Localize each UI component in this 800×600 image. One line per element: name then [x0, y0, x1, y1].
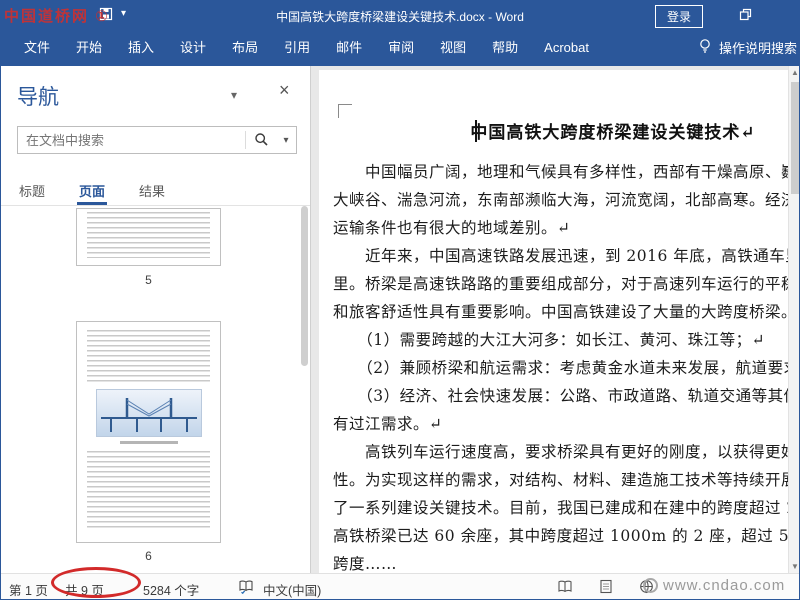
search-icon[interactable]	[246, 129, 276, 152]
web-layout-icon[interactable]	[639, 579, 654, 597]
navigation-close-icon[interactable]: ×	[279, 81, 290, 99]
ribbon-tab[interactable]: 帮助	[479, 29, 531, 66]
ribbon-tab[interactable]: 引用	[271, 29, 323, 66]
ribbon-tab[interactable]: 布局	[219, 29, 271, 66]
search-options-caret-icon[interactable]: ▾	[276, 135, 296, 146]
document-area: 中国高铁大跨度桥梁建设关键技术↵ 中国幅员广阔，地理和气候具有多样性，西部有干燥…	[311, 66, 788, 573]
navigation-tab[interactable]: 标题	[17, 174, 47, 205]
navigation-tab[interactable]: 结果	[137, 174, 167, 205]
lightbulb-icon	[697, 38, 713, 57]
thumbnail-text-lines	[87, 330, 210, 382]
bridge-figure-thumbnail	[95, 389, 202, 437]
document-line: 了一系列建设关键技术。目前，我国已建成和在建中的跨度超过 200m 的	[333, 499, 788, 517]
document-title: 中国高铁大跨度桥梁建设关键技术↵	[470, 123, 756, 143]
navigation-pane-title: 导航	[17, 86, 59, 109]
scroll-down-icon[interactable]: ▼	[789, 562, 799, 571]
document-line: 跨度……	[333, 555, 398, 573]
thumbnail-page-number: 6	[145, 549, 152, 563]
navigation-tab[interactable]: 页面	[77, 174, 107, 205]
window-title: 中国高铁大跨度桥梁建设关键技术.docx - Word	[276, 10, 524, 24]
document-scrollbar[interactable]: ▲ ▼	[788, 66, 799, 573]
tell-me-label: 操作说明搜索	[718, 41, 797, 56]
window-restore-icon[interactable]	[738, 7, 753, 27]
document-line: 中国幅员广阔，地理和气候具有多样性，西部有干燥高原、巍巍高山、	[365, 163, 788, 181]
status-page-count[interactable]: 共 9 页	[65, 580, 104, 599]
document-line: 高铁桥梁已达 60 余座，其中跨度超过 1000m 的 2 座，超过 500m …	[333, 527, 788, 545]
status-page-number[interactable]: 第 1 页	[9, 580, 48, 599]
proofing-icon[interactable]	[238, 579, 254, 597]
ribbon-tab[interactable]: 插入	[115, 29, 167, 66]
document-line: 运输条件也有很大的地域差别。↵	[333, 219, 571, 237]
status-word-count[interactable]: 5284 个字	[143, 580, 199, 599]
navigation-options-caret-icon[interactable]: ▾	[231, 88, 237, 102]
print-layout-icon[interactable]	[599, 579, 613, 597]
view-switcher	[557, 579, 654, 597]
ribbon-tab[interactable]: 设计	[167, 29, 219, 66]
thumbnail-text-lines	[87, 451, 210, 529]
search-input[interactable]	[18, 132, 245, 148]
page-thumbnail-5[interactable]	[76, 208, 221, 266]
document-search-box: ▾	[17, 126, 297, 154]
ribbon-tab[interactable]: 邮件	[323, 29, 375, 66]
ribbon-tab[interactable]: 文件	[11, 29, 63, 66]
thumbnail-page-number: 5	[145, 273, 152, 287]
ribbon-tab[interactable]: 视图	[427, 29, 479, 66]
scrollbar-thumb[interactable]	[791, 82, 799, 194]
page-thumbnail-6[interactable]	[76, 321, 221, 543]
ribbon-tab[interactable]: 开始	[63, 29, 115, 66]
document-line: 性。为实现这样的需求，对结构、材料、建造施工技术等持续开展研究，	[333, 471, 788, 489]
ribbon-tab-row: 文件 开始 插入 设计 布局 引用 邮件 审阅 视图 帮助 Acrobat 操作说明搜索	[1, 29, 799, 66]
document-line: 近年来，中国高速铁路发展迅速，到 2016 年底，高铁通车里程达 2.	[365, 247, 788, 265]
document-line: 大峡谷、湍急河流，东南部濒临大海，河流宽阔，北部高寒。经济发展、	[333, 191, 788, 209]
ribbon-tab[interactable]: 审阅	[375, 29, 427, 66]
ribbon-tab[interactable]: Acrobat	[531, 29, 602, 66]
document-body: 中国幅员广阔，地理和气候具有多样性，西部有干燥高原、巍巍高山、大峡谷、湍急河流，…	[333, 158, 788, 573]
navigation-scrollbar[interactable]	[301, 206, 308, 366]
navigation-tabs: 标题 页面 结果	[1, 174, 310, 206]
title-bar: ▾ 中国高铁大跨度桥梁建设关键技术.docx - Word 登录	[1, 1, 799, 29]
tell-me-box[interactable]: 操作说明搜索	[697, 29, 799, 66]
document-line: 高铁列车运行速度高，要求桥梁具有更好的刚度，以获得更好的轨道	[365, 443, 788, 461]
document-line: （2）兼顾桥梁和航运需求：考虑黄金水道未来发展，航道要求高；↵	[365, 359, 788, 377]
word-window: ▾ 中国高铁大跨度桥梁建设关键技术.docx - Word 登录 文件 开始 插入设…	[0, 0, 800, 600]
document-line: 里。桥梁是高速铁路路的重要组成部分，对于高速列车运行的平稳性、安	[333, 275, 788, 293]
navigation-pane: 导航 ▾ × ▾ 标题页面结果 5	[1, 66, 311, 573]
read-mode-icon[interactable]	[557, 579, 573, 597]
document-line: （1）需要跨越的大江大河多：如长江、黄河、珠江等；↵	[333, 331, 766, 349]
text-boundary-crop-mark	[338, 104, 352, 118]
document-line: （3）经济、社会快速发展：公路、市政道路、轨道交通等其他交通方	[365, 387, 788, 405]
status-language[interactable]: 中文(中国)	[263, 580, 321, 599]
document-line: 有过江需求。↵	[333, 415, 443, 433]
figure-caption-line	[119, 441, 178, 444]
document-page[interactable]: 中国高铁大跨度桥梁建设关键技术↵ 中国幅员广阔，地理和气候具有多样性，西部有干燥…	[319, 70, 788, 573]
quick-access-save-icon[interactable]	[99, 7, 113, 26]
sign-in-button[interactable]: 登录	[654, 5, 703, 28]
document-line: 和旅客舒适性具有重要影响。中国高铁建设了大量的大跨度桥梁。建设特	[333, 303, 788, 321]
scroll-up-icon[interactable]: ▲	[789, 68, 799, 77]
thumbnail-text-lines	[87, 212, 210, 258]
ribbon-tabs: 文件 开始 插入 设计 布局 引用 邮件 审阅 视图 帮助 Acrobat	[11, 29, 602, 66]
status-bar: 第 1 页 共 9 页 5284 个字 中文(中国)	[1, 573, 799, 599]
